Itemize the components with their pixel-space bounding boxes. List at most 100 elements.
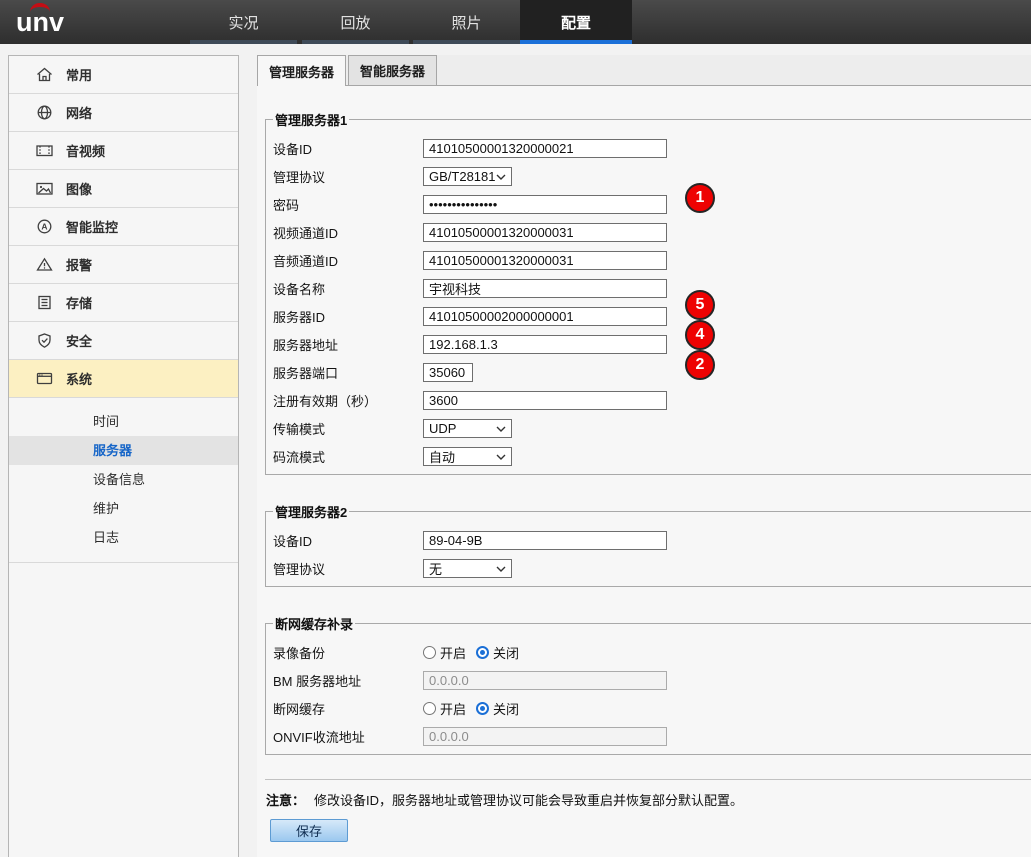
server-address-label: 服务器地址 bbox=[273, 335, 423, 354]
sidebar-item-audio-video[interactable]: 音视频 bbox=[9, 132, 238, 170]
sidebar: 常用 网络 音视频 图像 A 智能监控 bbox=[8, 55, 239, 857]
sidebar-item-label: 报警 bbox=[66, 255, 92, 274]
sidebar-item-label: 音视频 bbox=[66, 141, 105, 160]
sidebar-item-common[interactable]: 常用 bbox=[9, 56, 238, 94]
home-icon bbox=[35, 66, 54, 83]
chevron-down-icon bbox=[496, 426, 506, 432]
server-address-field[interactable] bbox=[423, 335, 667, 354]
sidebar-item-image[interactable]: 图像 bbox=[9, 170, 238, 208]
register-validity-field[interactable] bbox=[423, 391, 667, 410]
sidebar-item-network[interactable]: 网络 bbox=[9, 94, 238, 132]
sidebar-item-label: 网络 bbox=[66, 103, 92, 122]
sidebar-item-storage[interactable]: 存储 bbox=[9, 284, 238, 322]
sidebar-item-smart-monitoring[interactable]: A 智能监控 bbox=[9, 208, 238, 246]
nav-tab-setup[interactable]: 配置 bbox=[520, 0, 632, 44]
system-submenu: 时间 服务器 设备信息 维护 日志 bbox=[9, 398, 238, 563]
sidebar-item-system[interactable]: 系统 bbox=[9, 360, 238, 398]
select-value: 无 bbox=[429, 559, 442, 578]
sidebar-item-alarm[interactable]: 报警 bbox=[9, 246, 238, 284]
section-legend: 管理服务器1 bbox=[273, 110, 349, 129]
transport-mode-select[interactable]: UDP bbox=[423, 419, 512, 438]
smart-monitor-icon: A bbox=[35, 218, 54, 235]
protocol-2-label: 管理协议 bbox=[273, 559, 423, 578]
device-id-label: 设备ID bbox=[273, 139, 423, 158]
nav-tab-live[interactable]: 实况 bbox=[190, 0, 297, 44]
record-backup-on-label: 开启 bbox=[440, 643, 466, 662]
password-field[interactable] bbox=[423, 195, 667, 214]
note-body: 修改设备ID，服务器地址或管理协议可能会导致重启并恢复部分默认配置。 bbox=[314, 793, 743, 808]
offline-cache-off-label: 关闭 bbox=[493, 699, 519, 718]
offline-cache-label: 断网缓存 bbox=[273, 699, 423, 718]
register-validity-label: 注册有效期（秒） bbox=[273, 391, 423, 410]
chevron-down-icon bbox=[496, 454, 506, 460]
annotation-badge-4: 4 bbox=[685, 320, 715, 350]
film-icon bbox=[35, 142, 54, 159]
record-backup-on-radio[interactable] bbox=[423, 646, 436, 659]
offline-cache-on-radio[interactable] bbox=[423, 702, 436, 715]
record-backup-label: 录像备份 bbox=[273, 643, 423, 662]
save-button[interactable]: 保存 bbox=[270, 819, 348, 842]
management-server-2-section: 管理服务器2 设备ID 管理协议 无 bbox=[265, 502, 1031, 587]
logo-arc bbox=[30, 3, 50, 12]
onvif-address-field bbox=[423, 727, 667, 746]
server-port-label: 服务器端口 bbox=[273, 363, 423, 382]
protocol-label: 管理协议 bbox=[273, 167, 423, 186]
protocol-select[interactable]: GB/T28181 bbox=[423, 167, 512, 186]
transport-mode-label: 传输模式 bbox=[273, 419, 423, 438]
nav-tab-playback[interactable]: 回放 bbox=[302, 0, 409, 44]
server-port-field[interactable] bbox=[423, 363, 473, 382]
offline-cache-off-radio[interactable] bbox=[476, 702, 489, 715]
select-value: 自动 bbox=[429, 447, 455, 466]
password-label: 密码 bbox=[273, 195, 423, 214]
content-tabstrip: 管理服务器 智能服务器 bbox=[257, 55, 1031, 86]
stream-mode-select[interactable]: 自动 bbox=[423, 447, 512, 466]
sidebar-item-label: 智能监控 bbox=[66, 217, 118, 236]
server-id-label: 服务器ID bbox=[273, 307, 423, 326]
submenu-item-device-info[interactable]: 设备信息 bbox=[9, 465, 238, 494]
tab-intelligent-server[interactable]: 智能服务器 bbox=[348, 55, 437, 85]
onvif-address-label: ONVIF收流地址 bbox=[273, 727, 423, 746]
offline-cache-on-label: 开启 bbox=[440, 699, 466, 718]
select-value: GB/T28181 bbox=[429, 169, 496, 184]
image-icon bbox=[35, 180, 54, 197]
submenu-item-log[interactable]: 日志 bbox=[9, 523, 238, 552]
annotation-badge-2: 2 bbox=[685, 350, 715, 380]
note-prefix: 注意： bbox=[266, 793, 305, 808]
device-id-field[interactable] bbox=[423, 139, 667, 158]
tab-management-server[interactable]: 管理服务器 bbox=[257, 55, 346, 86]
settings-panel: 管理服务器1 设备ID 管理协议 GB/T28181 密码 bbox=[257, 86, 1031, 857]
video-channel-id-label: 视频通道ID bbox=[273, 223, 423, 242]
submenu-item-server[interactable]: 服务器 bbox=[9, 436, 238, 465]
storage-icon bbox=[35, 294, 54, 311]
section-legend: 断网缓存补录 bbox=[273, 614, 355, 633]
server-id-field[interactable] bbox=[423, 307, 667, 326]
audio-channel-id-label: 音频通道ID bbox=[273, 251, 423, 270]
device-id-2-field[interactable] bbox=[423, 531, 667, 550]
chevron-down-icon bbox=[496, 566, 506, 572]
alarm-icon bbox=[35, 256, 54, 273]
main-content: 管理服务器 智能服务器 管理服务器1 设备ID 管理协议 GB/T28181 bbox=[257, 55, 1031, 857]
sidebar-item-label: 系统 bbox=[66, 369, 92, 388]
sidebar-item-security[interactable]: 安全 bbox=[9, 322, 238, 360]
submenu-item-maintenance[interactable]: 维护 bbox=[9, 494, 238, 523]
nav-tab-photo[interactable]: 照片 bbox=[413, 0, 520, 44]
protocol-2-select[interactable]: 无 bbox=[423, 559, 512, 578]
record-backup-off-label: 关闭 bbox=[493, 643, 519, 662]
record-backup-off-radio[interactable] bbox=[476, 646, 489, 659]
shield-icon bbox=[35, 332, 54, 349]
chevron-down-icon bbox=[496, 174, 506, 180]
device-name-label: 设备名称 bbox=[273, 279, 423, 298]
annotation-badge-5: 5 bbox=[685, 290, 715, 320]
submenu-item-time[interactable]: 时间 bbox=[9, 407, 238, 436]
bm-server-address-label: BM 服务器地址 bbox=[273, 671, 423, 690]
svg-text:A: A bbox=[41, 221, 47, 231]
stream-mode-label: 码流模式 bbox=[273, 447, 423, 466]
device-name-field[interactable] bbox=[423, 279, 667, 298]
offline-cache-section: 断网缓存补录 录像备份 开启 关闭 BM 服务器地址 断网缓存 开启 bbox=[265, 614, 1031, 755]
annotation-badge-1: 1 bbox=[685, 183, 715, 213]
sidebar-item-label: 图像 bbox=[66, 179, 92, 198]
audio-channel-id-field[interactable] bbox=[423, 251, 667, 270]
video-channel-id-field[interactable] bbox=[423, 223, 667, 242]
sidebar-item-label: 常用 bbox=[66, 65, 92, 84]
system-icon bbox=[35, 370, 54, 387]
